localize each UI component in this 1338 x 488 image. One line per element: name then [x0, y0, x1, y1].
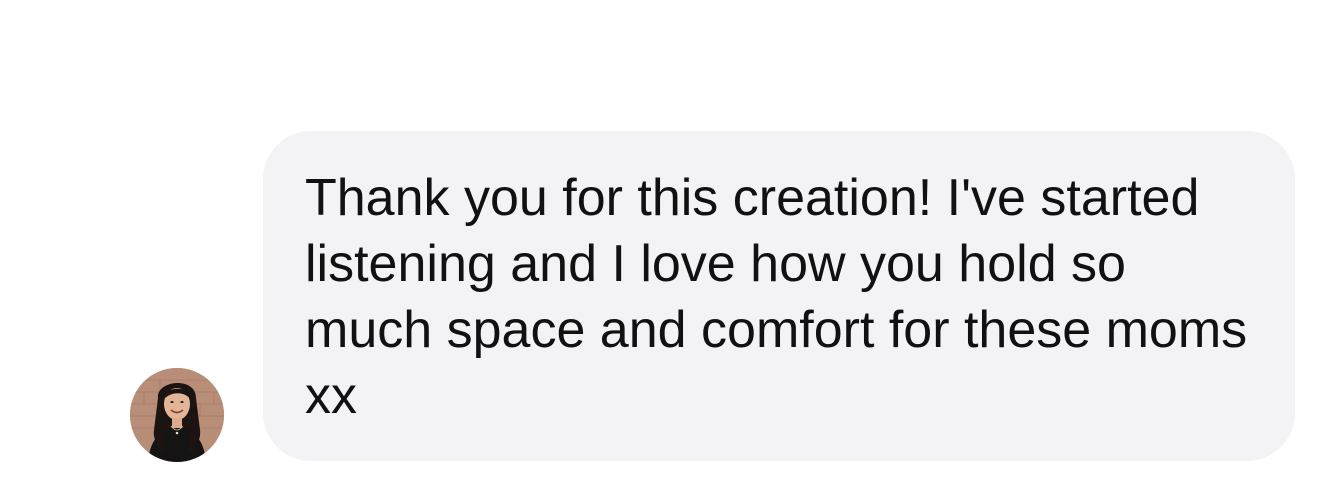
message-row: Thank you for this creation! I've starte…: [0, 0, 1338, 488]
avatar-photo-icon: [130, 368, 224, 462]
message-text: Thank you for this creation! I've starte…: [305, 169, 1248, 425]
message-bubble[interactable]: Thank you for this creation! I've starte…: [263, 131, 1295, 461]
avatar[interactable]: [130, 368, 224, 462]
